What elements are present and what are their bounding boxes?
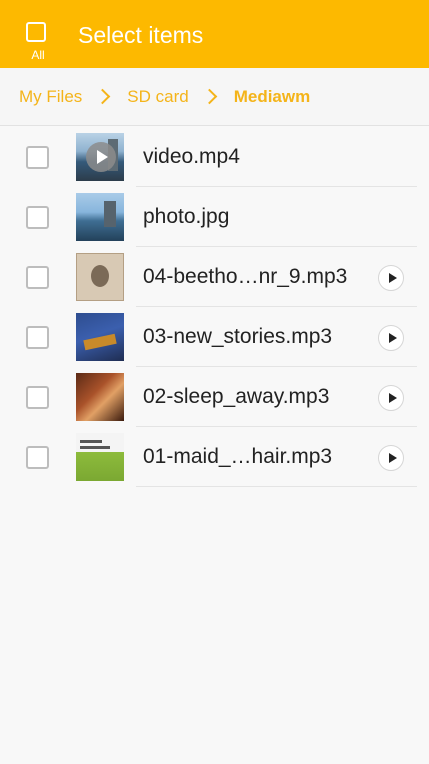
file-list: video.mp4 photo.jpg 04-beetho…nr_9.mp3 0… <box>0 127 429 487</box>
list-item[interactable]: 03-new_stories.mp3 <box>0 307 429 367</box>
item-checkbox[interactable] <box>26 206 49 229</box>
item-checkbox[interactable] <box>26 326 49 349</box>
file-name: video.mp4 <box>143 145 240 168</box>
file-name: 04-beetho…nr_9.mp3 <box>143 265 348 288</box>
file-name: 01-maid_…hair.mp3 <box>143 445 333 468</box>
file-select-screen: All Select items My Files SD card Mediaw… <box>0 0 429 764</box>
list-item[interactable]: video.mp4 <box>0 127 429 187</box>
file-name: 03-new_stories.mp3 <box>143 325 333 348</box>
album-art-beethoven <box>76 253 124 301</box>
item-checkbox[interactable] <box>26 446 49 469</box>
album-art-new-stories <box>76 313 124 361</box>
video-thumbnail <box>76 133 124 181</box>
album-art-maid <box>76 433 124 481</box>
item-checkbox[interactable] <box>26 266 49 289</box>
action-bar: All Select items <box>0 0 429 68</box>
breadcrumb: My Files SD card Mediawm <box>0 68 429 126</box>
list-item[interactable]: 01-maid_…hair.mp3 <box>0 427 429 487</box>
list-item[interactable]: photo.jpg <box>0 187 429 247</box>
breadcrumb-sd-card[interactable]: SD card <box>127 87 188 107</box>
play-icon[interactable] <box>378 385 404 411</box>
play-icon[interactable] <box>378 265 404 291</box>
divider <box>136 486 417 487</box>
file-name: photo.jpg <box>143 205 230 228</box>
list-item[interactable]: 04-beetho…nr_9.mp3 <box>0 247 429 307</box>
file-name: 02-sleep_away.mp3 <box>143 385 330 408</box>
photo-thumbnail <box>76 193 124 241</box>
chevron-right-icon <box>95 88 111 105</box>
play-overlay-icon <box>86 142 116 172</box>
select-all-checkbox[interactable]: All <box>24 20 52 64</box>
chevron-right-icon <box>201 88 217 105</box>
item-checkbox[interactable] <box>26 146 49 169</box>
play-icon[interactable] <box>378 445 404 471</box>
list-item[interactable]: 02-sleep_away.mp3 <box>0 367 429 427</box>
page-title: Select items <box>78 22 204 48</box>
play-icon[interactable] <box>378 325 404 351</box>
select-all-label: All <box>31 48 45 62</box>
breadcrumb-mediawm[interactable]: Mediawm <box>234 87 311 107</box>
album-art-sleep-away <box>76 373 124 421</box>
breadcrumb-my-files[interactable]: My Files <box>19 87 82 107</box>
item-checkbox[interactable] <box>26 386 49 409</box>
checkbox-icon <box>26 22 46 42</box>
